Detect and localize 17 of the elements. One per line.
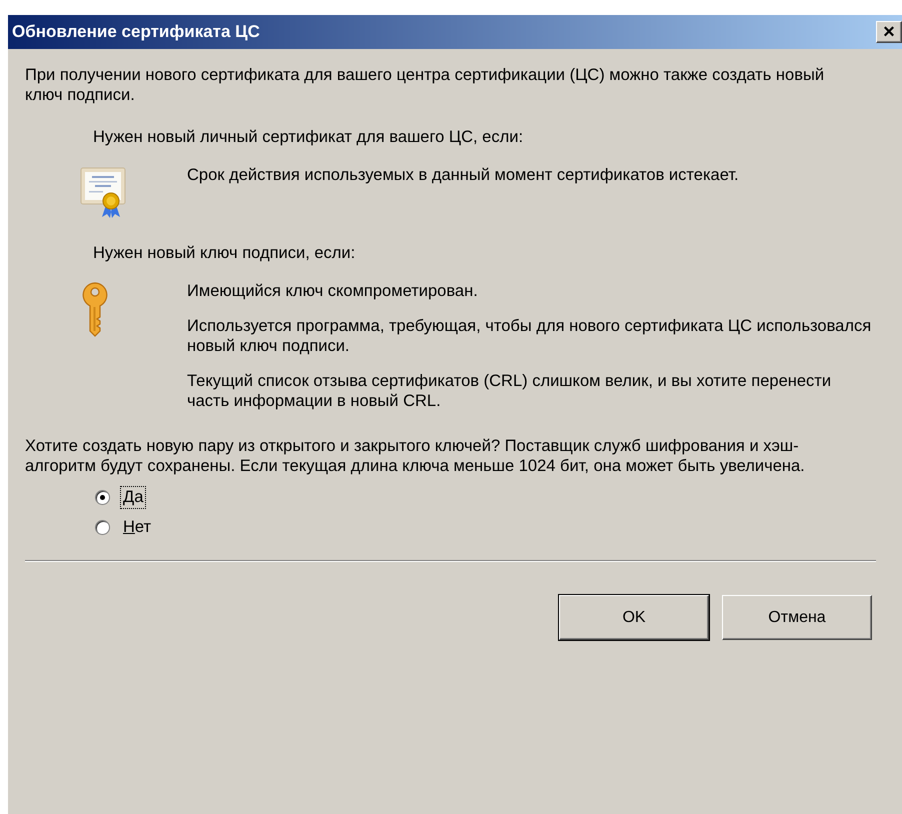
dialog-button[interactable]: OK	[559, 595, 709, 640]
close-button[interactable]: ×	[876, 21, 902, 43]
reason-text: Имеющийся ключ скомпрометирован.	[187, 281, 479, 301]
section-heading: Нужен новый ключ подписи, если:	[93, 243, 356, 263]
dialog-button[interactable]: Отмена	[722, 595, 872, 640]
reason-text: Используется программа, требующая, чтобы для нового сертификата ЦС использовался новый ключ подписи.	[187, 316, 872, 356]
question-text: Хотите создать новую пару из открытого и закрытого ключей? Поставщик служб шифрования и хэш-алгоритм будут сохранены. Если текущая длина ключа меньше 1024 бит, она может быть увеличена.	[25, 436, 806, 476]
radio-label[interactable]: Да	[120, 486, 146, 508]
intro-text: При получении нового сертификата для вашего центра сертификации (ЦС) можно также создать новый ключ подписи.	[25, 65, 826, 105]
section-heading: Нужен новый личный сертификат для вашего ЦС, если:	[93, 127, 524, 147]
key-icon	[80, 281, 110, 337]
radio-button[interactable]	[95, 520, 110, 534]
radio-button[interactable]	[95, 490, 110, 504]
window-title: Обновление сертификата ЦС	[12, 22, 260, 42]
radio-label[interactable]: Нет	[120, 516, 154, 538]
reason-text: Текущий список отзыва сертификатов (CRL) слишком велик, и вы хотите перенести часть информации в новый CRL.	[187, 371, 832, 411]
reason-text: Срок действия используемых в данный момент сертификатов истекает.	[187, 165, 740, 185]
